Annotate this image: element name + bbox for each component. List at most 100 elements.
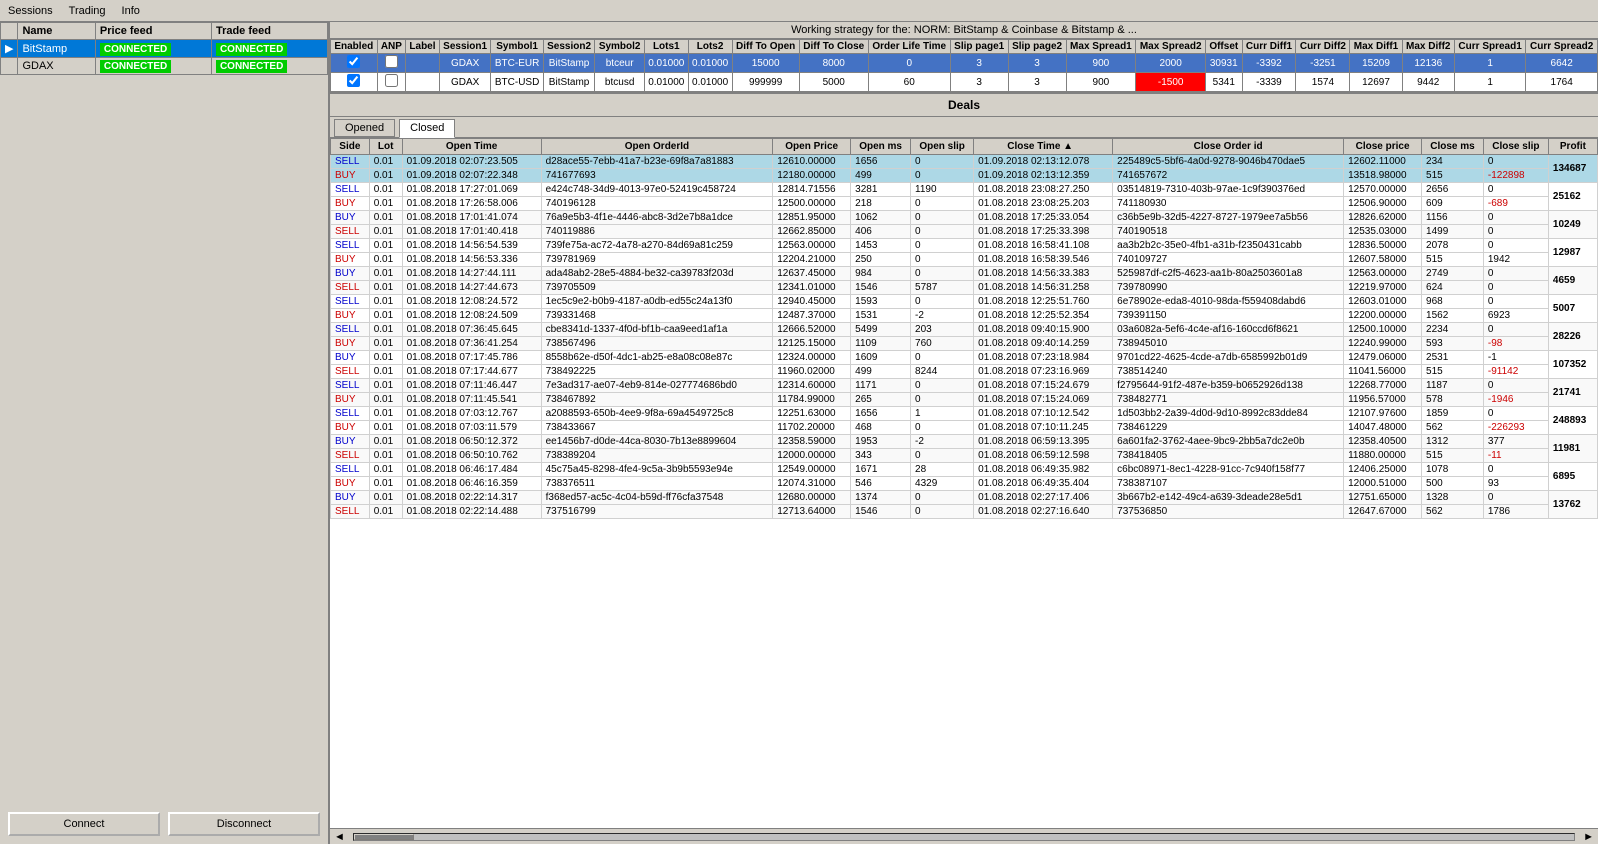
deal-openprice2: 12713.64000 [773, 505, 851, 519]
deals-col-side[interactable]: Side [331, 139, 370, 155]
table-row[interactable]: SELL 0.01 01.08.2018 07:03:12.767 a20885… [331, 407, 1598, 421]
deal-openprice2: 12000.00000 [773, 449, 851, 463]
arb-table-row[interactable]: GDAXBTC-USDBitStampbtcusd0.010000.010009… [331, 73, 1598, 92]
deals-col-orderid[interactable]: Open OrderId [541, 139, 773, 155]
table-row[interactable]: BUY 0.01 01.08.2018 17:01:41.074 76a9e5b… [331, 211, 1598, 225]
arb-col-symbol1[interactable]: Symbol1 [491, 40, 543, 54]
scroll-right-arrow[interactable]: ► [1579, 831, 1598, 843]
arb-col-session2[interactable]: Session2 [543, 40, 595, 54]
table-row[interactable]: BUY 0.01 01.08.2018 14:56:53.336 7397819… [331, 253, 1598, 267]
deals-col-lot[interactable]: Lot [369, 139, 402, 155]
deals-col-closeslip[interactable]: Close slip [1483, 139, 1548, 155]
table-row[interactable]: SELL 0.01 01.08.2018 14:56:54.539 739fe7… [331, 239, 1598, 253]
table-row[interactable]: SELL 0.01 01.08.2018 12:08:24.572 1ec5c9… [331, 295, 1598, 309]
arb-col-currdiff1[interactable]: Curr Diff1 [1242, 40, 1296, 54]
table-row[interactable]: BUY 0.01 01.08.2018 07:17:45.786 8558b62… [331, 351, 1598, 365]
table-row[interactable]: BUY 0.01 01.08.2018 07:11:45.541 7384678… [331, 393, 1598, 407]
arb-col-offset[interactable]: Offset [1206, 40, 1242, 54]
deals-col-closeorderid[interactable]: Close Order id [1113, 139, 1344, 155]
table-row[interactable]: BUY 0.01 01.09.2018 02:07:22.348 7416776… [331, 169, 1598, 183]
arb-col-slip1[interactable]: Slip page1 [950, 40, 1008, 54]
table-row[interactable]: BUY 0.01 01.08.2018 06:50:12.372 ee1456b… [331, 435, 1598, 449]
menu-info[interactable]: Info [114, 3, 148, 19]
table-row[interactable]: BUY 0.01 01.08.2018 17:26:58.006 7401961… [331, 197, 1598, 211]
connect-button[interactable]: Connect [8, 812, 160, 836]
row-arrow: ▶ [1, 40, 18, 58]
arb-col-diff-close[interactable]: Diff To Close [799, 40, 868, 54]
arb-col-enabled[interactable]: Enabled [331, 40, 378, 54]
arb-col-lifetime[interactable]: Order Life Time [868, 40, 950, 54]
arb-col-session1[interactable]: Session1 [439, 40, 491, 54]
table-row[interactable]: BUY 0.01 01.08.2018 14:27:44.111 ada48ab… [331, 267, 1598, 281]
table-row[interactable]: SELL 0.01 01.08.2018 14:27:44.673 739705… [331, 281, 1598, 295]
table-row[interactable]: BUY 0.01 01.08.2018 02:22:14.317 f368ed5… [331, 491, 1598, 505]
arb-enabled[interactable] [331, 54, 378, 73]
deals-col-closems[interactable]: Close ms [1422, 139, 1484, 155]
deals-col-closetime[interactable]: Close Time ▲ [974, 139, 1113, 155]
table-row[interactable]: BUY 0.01 01.08.2018 07:36:41.254 7385674… [331, 337, 1598, 351]
table-row[interactable]: BUY 0.01 01.08.2018 07:03:11.579 7384336… [331, 421, 1598, 435]
deal-closetime2: 01.08.2018 02:27:16.640 [974, 505, 1113, 519]
tab-opened[interactable]: Opened [334, 119, 395, 137]
menu-bar: Sessions Trading Info [0, 0, 1598, 22]
arb-col-slip2[interactable]: Slip page2 [1008, 40, 1066, 54]
menu-sessions[interactable]: Sessions [0, 3, 61, 19]
deals-col-openslip[interactable]: Open slip [911, 139, 974, 155]
arb-diffclose: 5000 [799, 73, 868, 92]
arb-col-symbol2[interactable]: Symbol2 [595, 40, 644, 54]
deal-opentime1: 01.08.2018 02:22:14.317 [402, 491, 541, 505]
deals-col-profit[interactable]: Profit [1548, 139, 1597, 155]
scroll-left-arrow[interactable]: ◄ [330, 831, 349, 843]
arb-col-maxdiff2[interactable]: Max Diff2 [1402, 40, 1454, 54]
table-row[interactable]: SELL 0.01 01.08.2018 06:50:10.762 738389… [331, 449, 1598, 463]
arb-col-lots2[interactable]: Lots2 [688, 40, 732, 54]
arb-enabled[interactable] [331, 73, 378, 92]
deal-closeprice1: 12836.50000 [1344, 239, 1422, 253]
deal-openms1: 1374 [851, 491, 911, 505]
horizontal-scrollbar[interactable]: ◄ ► [330, 828, 1598, 844]
table-row[interactable]: SELL 0.01 01.08.2018 17:27:01.069 e424c7… [331, 183, 1598, 197]
tab-closed[interactable]: Closed [399, 119, 455, 138]
arb-anp[interactable] [377, 54, 406, 73]
deal-closeprice1: 12479.06000 [1344, 351, 1422, 365]
arb-table-row[interactable]: GDAXBTC-EURBitStampbtceur0.010000.010001… [331, 54, 1598, 73]
deals-col-openprice[interactable]: Open Price [773, 139, 851, 155]
arb-anp[interactable] [377, 73, 406, 92]
table-row[interactable]: SELL 0.01 01.08.2018 17:01:40.418 740119… [331, 225, 1598, 239]
deal-closeprice2: 12506.90000 [1344, 197, 1422, 211]
deal-openms2: 499 [851, 169, 911, 183]
table-row[interactable]: BUY 0.01 01.08.2018 06:46:16.359 7383765… [331, 477, 1598, 491]
table-row[interactable]: SELL 0.01 01.08.2018 07:36:45.645 cbe834… [331, 323, 1598, 337]
table-row[interactable]: SELL 0.01 01.08.2018 02:22:14.488 737516… [331, 505, 1598, 519]
table-row[interactable]: SELL 0.01 01.08.2018 07:17:44.677 738492… [331, 365, 1598, 379]
arb-col-currspread1[interactable]: Curr Spread1 [1454, 40, 1525, 54]
arb-diffclose: 8000 [799, 54, 868, 73]
arb-col-lots1[interactable]: Lots1 [644, 40, 688, 54]
table-row[interactable]: SELL 0.01 01.09.2018 02:07:23.505 d28ace… [331, 155, 1598, 169]
scroll-track[interactable] [353, 833, 1575, 841]
arb-col-maxdiff1[interactable]: Max Diff1 [1350, 40, 1402, 54]
arb-col-maxspread2[interactable]: Max Spread2 [1136, 40, 1206, 54]
arb-col-currspread2[interactable]: Curr Spread2 [1526, 40, 1598, 54]
table-row[interactable]: ▶ BitStamp CONNECTED CONNECTED [1, 40, 328, 58]
deal-lot2: 0.01 [369, 281, 402, 295]
deals-col-openms[interactable]: Open ms [851, 139, 911, 155]
menu-trading[interactable]: Trading [61, 3, 114, 19]
arb-col-label[interactable]: Label [406, 40, 440, 54]
arb-col-anp[interactable]: ANP [377, 40, 406, 54]
deal-side1: SELL [331, 407, 370, 421]
table-row[interactable]: SELL 0.01 01.08.2018 07:11:46.447 7e3ad3… [331, 379, 1598, 393]
arb-col-diff-open[interactable]: Diff To Open [732, 40, 799, 54]
table-row[interactable]: BUY 0.01 01.08.2018 12:08:24.509 7393314… [331, 309, 1598, 323]
deal-orderid1: 7e3ad317-ae07-4eb9-814e-027774686bd0 [541, 379, 773, 393]
table-row[interactable]: SELL 0.01 01.08.2018 06:46:17.484 45c75a… [331, 463, 1598, 477]
arb-col-currdiff2[interactable]: Curr Diff2 [1296, 40, 1350, 54]
deals-col-closeprice[interactable]: Close price [1344, 139, 1422, 155]
deal-opentime1: 01.08.2018 14:56:54.539 [402, 239, 541, 253]
arb-col-maxspread1[interactable]: Max Spread1 [1066, 40, 1136, 54]
disconnect-button[interactable]: Disconnect [168, 812, 320, 836]
deal-closeorderid1: 6e78902e-eda8-4010-98da-f559408dabd6 [1113, 295, 1344, 309]
table-row[interactable]: GDAX CONNECTED CONNECTED [1, 58, 328, 75]
deals-col-opentime[interactable]: Open Time [402, 139, 541, 155]
deals-table-container[interactable]: Side Lot Open Time Open OrderId Open Pri… [330, 138, 1598, 828]
